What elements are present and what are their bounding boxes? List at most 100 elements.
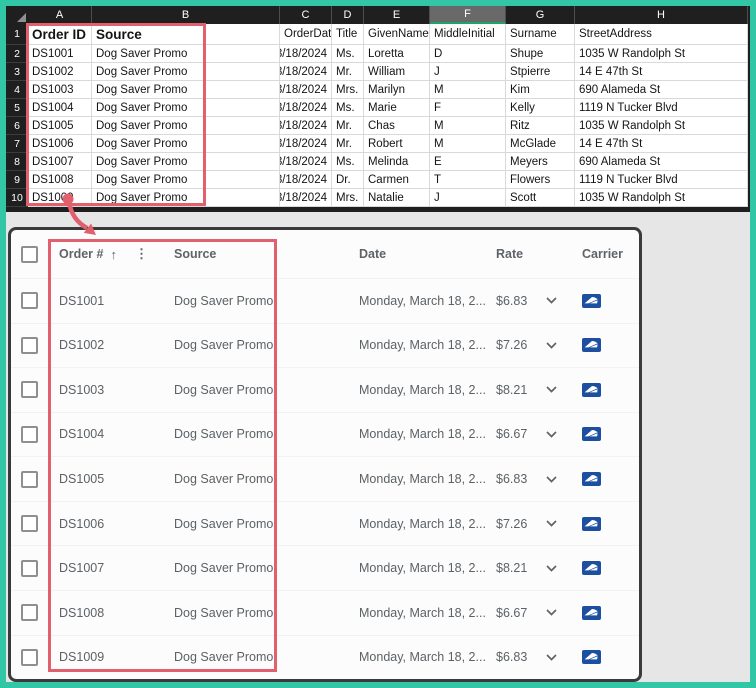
row-checkbox[interactable] [21,515,38,533]
rate-chevron[interactable] [546,297,557,304]
sheet-cell[interactable]: Ms. [332,99,364,117]
rate-chevron[interactable] [546,342,557,349]
sheet-cell[interactable]: Meyers [506,153,575,171]
sheet-cell[interactable]: Kelly [506,99,575,117]
rate-chevron[interactable] [546,654,557,661]
sheet-cell[interactable]: Carmen [364,171,430,189]
sheet-cell[interactable]: McGlade [506,135,575,153]
usps-carrier-icon[interactable] [582,427,601,442]
column-menu-icon[interactable]: ⋮ [135,246,148,262]
sheet-cell[interactable]: 14 E 47th St [575,63,748,81]
sheet-cell[interactable]: 690 Alameda St [575,153,748,171]
row-header-4[interactable]: 4 [6,81,28,99]
sheet-cell[interactable]: Shupe [506,45,575,63]
carrier-cell[interactable] [572,338,639,353]
row-checkbox[interactable] [21,336,38,354]
sheet-header-cell[interactable]: Surname [506,24,575,45]
sheet-cell[interactable]: J [430,63,506,81]
row-checkbox[interactable] [21,648,38,666]
sheet-cell[interactable]: Scott [506,189,575,207]
sheet-cell[interactable]: M [430,81,506,99]
usps-carrier-icon[interactable] [582,472,601,487]
usps-carrier-icon[interactable] [582,516,601,531]
sheet-cell[interactable]: Mr. [332,63,364,81]
rate-chevron[interactable] [546,386,557,394]
row-header-9[interactable]: 9 [6,171,28,189]
sheet-cell[interactable]: D [430,45,506,63]
sort-ascending-icon[interactable]: ↑ [110,247,117,262]
carrier-cell[interactable] [572,605,639,620]
rate-dropdown[interactable]: $6.67 [486,427,572,441]
sheet-header-cell[interactable]: MiddleInitial [430,24,506,45]
sheet-cell[interactable]: Mr. [332,135,364,153]
rate-dropdown[interactable]: $6.83 [486,650,572,664]
sheet-cell[interactable]: Loretta [364,45,430,63]
row-header-5[interactable]: 5 [6,99,28,117]
sheet-cell[interactable]: DS1007 [28,153,92,171]
usps-carrier-icon[interactable] [582,561,601,576]
sheet-cell[interactable]: 3/18/2024 [280,171,332,189]
column-header-B[interactable]: B [92,6,280,24]
sheet-cell[interactable]: F [430,99,506,117]
rate-dropdown[interactable]: $7.26 [486,338,572,352]
sheet-cell[interactable]: Dog Saver Promo [92,117,280,135]
chevron-down-icon[interactable] [546,654,557,661]
row-checkbox[interactable] [21,559,38,577]
sheet-cell[interactable]: 3/18/2024 [280,135,332,153]
sheet-cell[interactable]: DS1005 [28,117,92,135]
sheet-cell[interactable]: 1035 W Randolph St [575,189,748,207]
chevron-down-icon[interactable] [546,609,557,616]
carrier-cell[interactable] [572,516,639,531]
sheet-cell[interactable]: Dog Saver Promo [92,153,280,171]
column-header-H[interactable]: H [575,6,748,24]
chevron-down-icon[interactable] [546,475,557,483]
sheet-cell[interactable]: Dog Saver Promo [92,135,280,153]
chevron-down-icon[interactable] [546,386,557,394]
sheet-cell[interactable]: Ritz [506,117,575,135]
sheet-cell[interactable]: M [430,117,506,135]
sheet-cell[interactable]: Mr. [332,117,364,135]
sheet-cell[interactable]: Dog Saver Promo [92,171,280,189]
column-header-F[interactable]: F [430,6,506,24]
sheet-cell[interactable]: 3/18/2024 [280,99,332,117]
row-checkbox[interactable] [21,381,38,399]
sheet-cell[interactable]: Chas [364,117,430,135]
sheet-cell[interactable]: Robert [364,135,430,153]
sheet-cell[interactable]: Marilyn [364,81,430,99]
sheet-cell[interactable]: Stpierre [506,63,575,81]
sheet-cell[interactable]: Ms. [332,153,364,171]
rate-dropdown[interactable]: $6.83 [486,294,572,308]
sheet-cell[interactable]: 1119 N Tucker Blvd [575,171,748,189]
sheet-cell[interactable]: DS1006 [28,135,92,153]
date-column-header[interactable]: Date [349,247,486,261]
sheet-cell[interactable]: Dog Saver Promo [92,81,280,99]
chevron-down-icon[interactable] [546,520,557,527]
sheet-cell[interactable]: 690 Alameda St [575,81,748,99]
sheet-cell[interactable]: 3/18/2024 [280,153,332,171]
usps-carrier-icon[interactable] [582,382,601,397]
select-all-corner[interactable] [6,6,28,24]
sheet-cell[interactable]: DS1009 [28,189,92,207]
usps-carrier-icon[interactable] [582,293,601,308]
sheet-cell[interactable]: Flowers [506,171,575,189]
column-header-E[interactable]: E [364,6,430,24]
sheet-cell[interactable]: 3/18/2024 [280,189,332,207]
column-header-A[interactable]: A [28,6,92,24]
sheet-cell[interactable]: Dog Saver Promo [92,63,280,81]
sheet-cell[interactable]: Kim [506,81,575,99]
sheet-cell[interactable]: 3/18/2024 [280,63,332,81]
rate-dropdown[interactable]: $6.67 [486,606,572,620]
row-checkbox[interactable] [21,425,38,443]
rate-chevron[interactable] [546,431,557,438]
sheet-header-cell[interactable]: Source [92,24,280,45]
rate-dropdown[interactable]: $8.21 [486,561,572,575]
rate-chevron[interactable] [546,520,557,527]
carrier-cell[interactable] [572,472,639,487]
rate-dropdown[interactable]: $7.26 [486,517,572,531]
chevron-down-icon[interactable] [546,342,557,349]
sheet-cell[interactable]: DS1003 [28,81,92,99]
sheet-header-cell[interactable]: Title [332,24,364,45]
rate-chevron[interactable] [546,475,557,483]
sheet-cell[interactable]: Natalie [364,189,430,207]
column-header-D[interactable]: D [332,6,364,24]
